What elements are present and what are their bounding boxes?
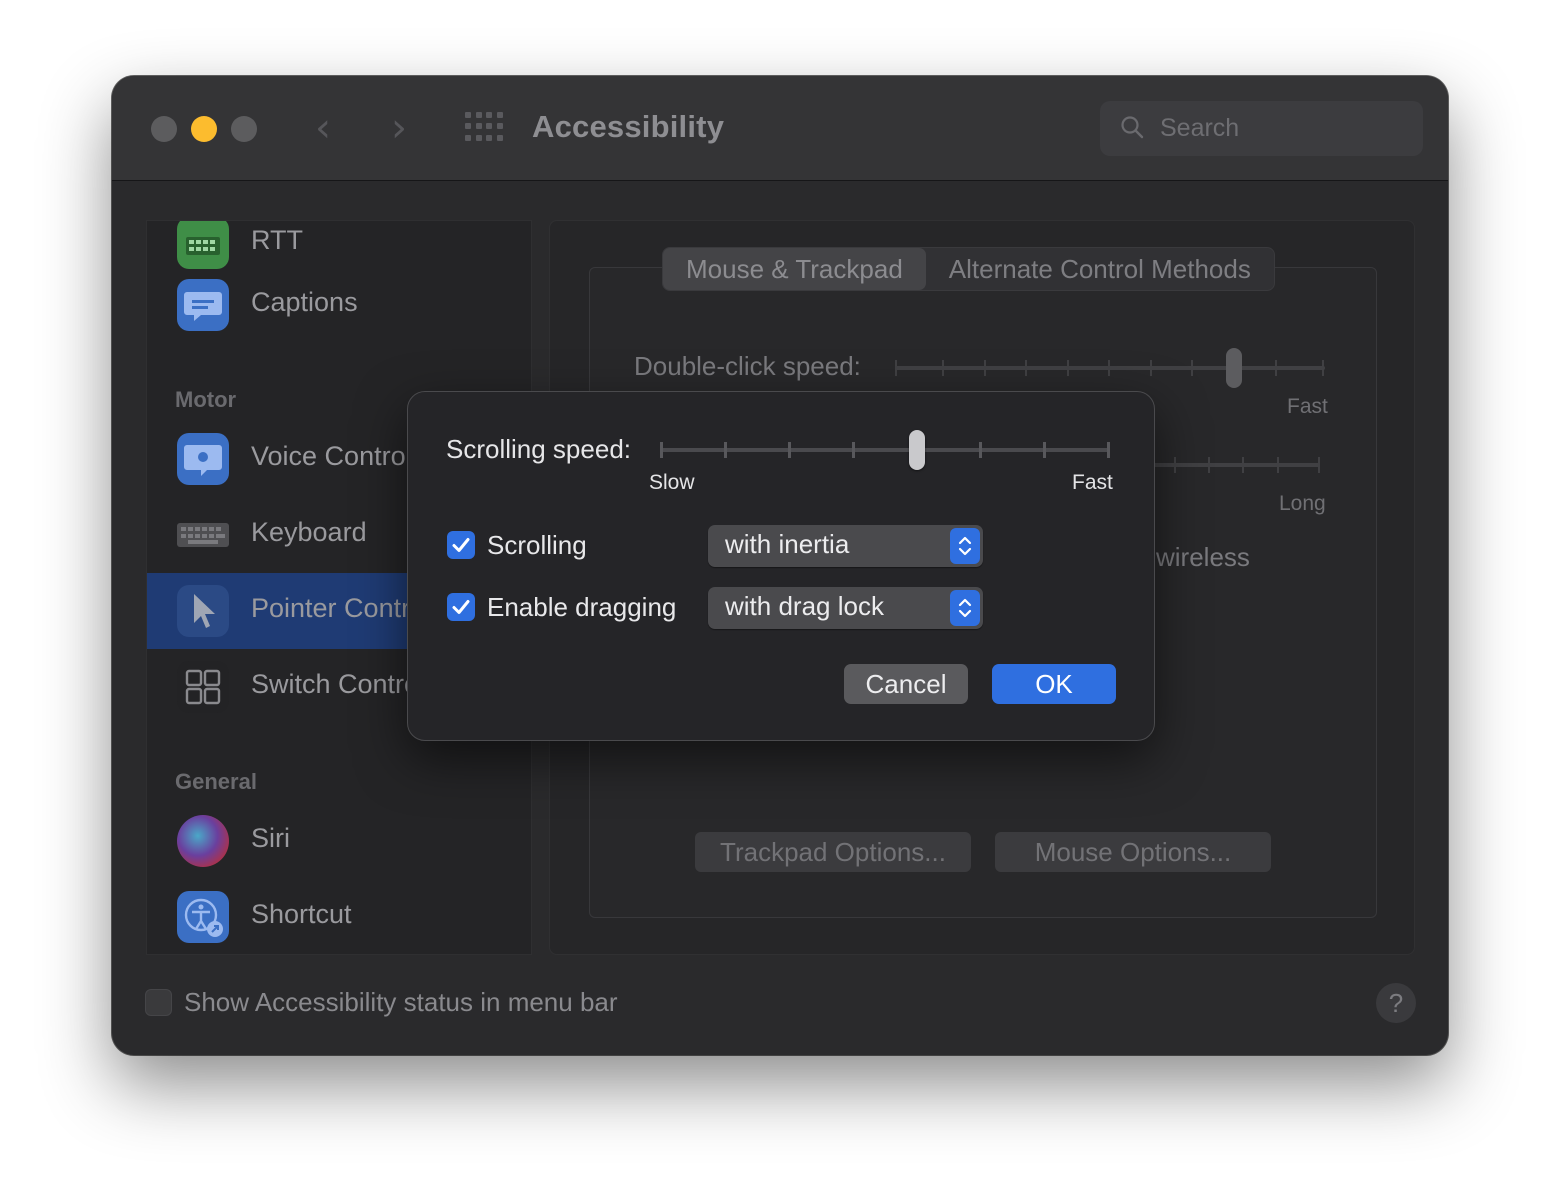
forward-arrow-icon[interactable]: › [391,106,407,150]
double-click-speed-label: Double-click speed: [634,351,861,381]
pointer-options-sheet: Scrolling speed: Slow Fast Scrolling wit… [407,391,1155,741]
scrolling-mode-popup[interactable]: with inertia [708,525,983,567]
sidebar-item-siri[interactable]: Siri [147,803,531,879]
sidebar-item-shortcut[interactable]: Shortcut [147,879,531,954]
popup-value: with inertia [725,529,850,559]
sidebar-item-label: Captions [251,287,358,317]
show-status-checkbox[interactable] [145,989,172,1016]
shortcut-icon [177,891,229,943]
tab-alternate-control-methods[interactable]: Alternate Control Methods [926,248,1274,290]
show-status-label: Show Accessibility status in menu bar [184,987,618,1017]
sidebar-item-captions[interactable]: Captions [147,267,531,343]
sidebar-item-label: Switch Control [251,669,426,699]
cancel-button[interactable]: Cancel [844,664,968,704]
double-click-slider-thumb[interactable] [1226,348,1242,388]
scrolling-speed-label: Scrolling speed: [446,434,631,464]
mouse-options-button[interactable]: Mouse Options... [995,832,1271,872]
tab-bar: Mouse & Trackpad Alternate Control Metho… [662,247,1275,291]
keyboard-icon [177,509,229,561]
trackpad-options-button[interactable]: Trackpad Options... [695,832,971,872]
double-click-fast-label: Fast [1287,395,1328,418]
section-header-general: General [175,769,257,794]
sidebar-item-label: Pointer Control [251,593,432,623]
switch-control-icon [177,661,229,713]
sidebar-item-label: Shortcut [251,899,352,929]
scrolling-label: Scrolling [487,530,587,560]
popup-arrows-icon [950,528,980,564]
spring-loading-long-label: Long [1279,492,1326,515]
rtt-icon [177,221,229,269]
titlebar: ‹ › Accessibility [112,76,1448,181]
voice-control-icon [177,433,229,485]
captions-icon [177,279,229,331]
search-field[interactable] [1100,101,1423,156]
checkmark-icon [452,600,470,614]
slow-label: Slow [649,471,695,494]
search-icon [1121,116,1144,139]
slider-tick [724,442,727,458]
pointer-icon [177,585,229,637]
window-title: Accessibility [532,109,725,144]
slider-tick [1107,442,1110,458]
sidebar-item-label: Keyboard [251,517,367,547]
section-header-motor: Motor [175,387,237,412]
dragging-mode-popup[interactable]: with drag lock [708,587,983,629]
help-button[interactable]: ? [1376,983,1416,1023]
scrolling-speed-slider[interactable] [660,430,1110,470]
enable-dragging-checkbox[interactable] [447,593,475,621]
slider-thumb[interactable] [909,430,925,470]
popup-arrows-icon [950,590,980,626]
minimize-window-button[interactable] [191,116,217,142]
sidebar-item-label: RTT [251,225,303,255]
sidebar-item-label: Voice Control [251,441,412,471]
zoom-window-button[interactable] [231,116,257,142]
slider-tick [1043,442,1046,458]
back-arrow-icon[interactable]: ‹ [315,106,331,150]
slider-tick [660,442,663,458]
slider-tick [852,442,855,458]
slider-tick [979,442,982,458]
siri-icon [177,815,229,867]
ok-button[interactable]: OK [992,664,1116,704]
sidebar-item-label: Siri [251,823,290,853]
checkmark-icon [452,538,470,552]
close-window-button[interactable] [151,116,177,142]
popup-value: with drag lock [725,591,884,621]
scrolling-checkbox[interactable] [447,531,475,559]
search-input[interactable] [1160,111,1410,145]
wireless-partial-label: wireless [1156,542,1250,572]
enable-dragging-label: Enable dragging [487,592,677,622]
fast-label: Fast [1072,471,1113,494]
show-all-grid-icon[interactable] [465,112,503,142]
tab-mouse-trackpad[interactable]: Mouse & Trackpad [663,248,926,290]
slider-tick [788,442,791,458]
